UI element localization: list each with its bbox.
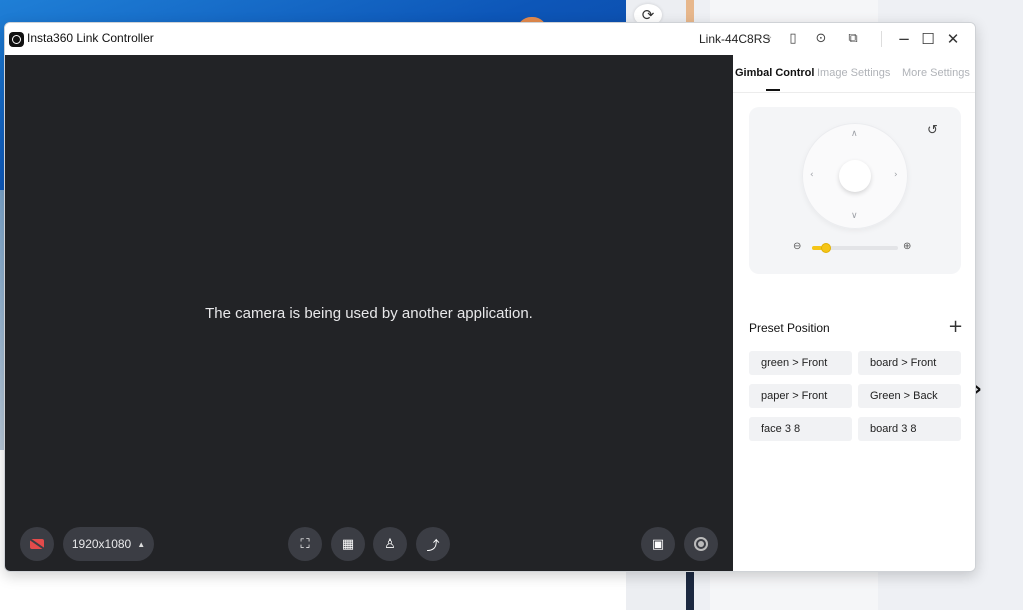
preset-item[interactable]: board 3 8 [858, 417, 961, 441]
preset-position-title: Preset Position [749, 321, 830, 335]
record-icon [694, 537, 708, 551]
desktop-area [0, 572, 626, 610]
preview-message: The camera is being used by another appl… [205, 305, 533, 322]
preset-item[interactable]: face 3 8 [749, 417, 852, 441]
app-logo-icon [9, 32, 24, 47]
snapshot-button[interactable]: ▣ [641, 527, 675, 561]
zoom-slider[interactable] [812, 244, 898, 252]
add-preset-icon[interactable]: + [948, 316, 963, 337]
pip-icon[interactable]: ⧉ [843, 29, 863, 49]
chevron-right-icon[interactable]: › [894, 170, 898, 180]
zoom-slider-fill [812, 246, 823, 250]
zoom-control: ⊖ ⊕ [793, 241, 917, 255]
reset-icon[interactable]: ↺ [927, 123, 938, 138]
zoom-in-icon[interactable]: ⊕ [903, 241, 911, 252]
background-strip-dark [686, 570, 694, 610]
title-bar[interactable]: Insta360 Link Controller Link-44C8RS ⌄ ▯… [5, 23, 975, 55]
tab-image-settings[interactable]: Image Settings [817, 67, 890, 79]
chevron-down-icon[interactable]: ∨ [851, 211, 858, 221]
control-panel: Gimbal Control Image Settings More Setti… [733, 55, 975, 571]
snapshot-icon: ▣ [651, 536, 665, 552]
camera-preview: The camera is being used by another appl… [5, 55, 733, 571]
app-title: Insta360 Link Controller [27, 31, 154, 45]
resolution-label: 1920x1080 [71, 537, 132, 551]
whiteboard-button[interactable]: ▦ [331, 527, 365, 561]
whiteboard-icon: ▦ [341, 536, 355, 552]
preset-item[interactable]: Green > Back [858, 384, 961, 408]
active-tab-indicator [766, 89, 780, 91]
gimbal-joystick[interactable]: ∧ ∨ ‹ › [802, 123, 908, 229]
app-window: Insta360 Link Controller Link-44C8RS ⌄ ▯… [4, 22, 976, 572]
preset-item[interactable]: board > Front [858, 351, 961, 375]
camera-off-icon [30, 539, 44, 549]
preset-item[interactable]: green > Front [749, 351, 852, 375]
device-selector[interactable]: Link-44C8RS [699, 32, 770, 46]
gimbal-control-card: ∧ ∨ ‹ › ↺ ⊖ ⊕ [749, 107, 961, 274]
overhead-icon: ⤴ [426, 538, 440, 554]
tab-more-settings[interactable]: More Settings [902, 67, 970, 79]
overhead-button[interactable]: ⤴ [416, 527, 450, 561]
device-icon[interactable]: ▯ [783, 29, 803, 49]
tracking-button[interactable]: ⛶ [288, 527, 322, 561]
title-bar-divider [881, 31, 882, 47]
chevron-up-icon: ▲ [137, 539, 146, 549]
chevron-down-icon[interactable]: ⌄ [765, 31, 773, 42]
tracking-icon: ⛶ [300, 536, 310, 552]
resolution-selector[interactable]: 1920x1080 ▲ [63, 527, 154, 561]
camera-toggle-button[interactable] [20, 527, 54, 561]
panel-tabs: Gimbal Control Image Settings More Setti… [733, 55, 975, 93]
chevron-left-icon[interactable]: ‹ [810, 170, 814, 180]
zoom-out-icon[interactable]: ⊖ [793, 241, 801, 252]
joystick-knob[interactable] [839, 160, 871, 192]
close-icon[interactable]: ✕ [941, 27, 965, 51]
tab-gimbal-control[interactable]: Gimbal Control [735, 67, 814, 79]
preset-item[interactable]: paper > Front [749, 384, 852, 408]
chevron-up-icon[interactable]: ∧ [851, 129, 858, 139]
maximize-icon[interactable]: ☐ [916, 27, 940, 51]
more-icon[interactable]: ⊙ [811, 29, 831, 49]
minimize-icon[interactable]: − [892, 27, 916, 51]
record-button[interactable] [684, 527, 718, 561]
zoom-slider-thumb[interactable] [822, 244, 831, 252]
desk-view-icon: ♙ [384, 536, 396, 552]
desk-view-button[interactable]: ♙ [373, 527, 407, 561]
